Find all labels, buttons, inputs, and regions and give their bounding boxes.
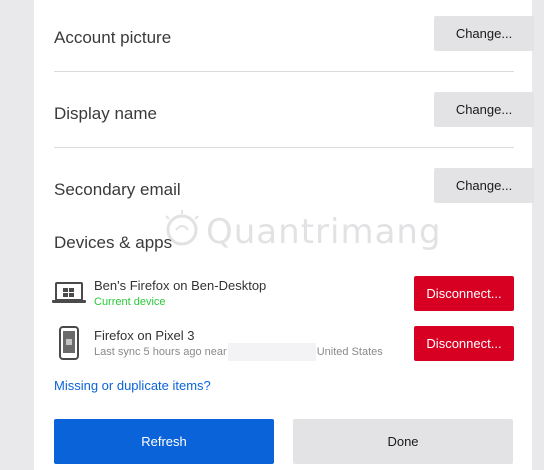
redacted-location: [227, 343, 316, 361]
change-secondary-email-button[interactable]: Change...: [434, 168, 534, 203]
change-display-name-button[interactable]: Change...: [434, 92, 534, 127]
device-status: Current device: [94, 296, 166, 308]
device-name: Ben's Firefox on Ben-Desktop: [94, 278, 267, 293]
display-name-label: Display name: [54, 104, 157, 123]
secondary-email-row: Secondary email Change...: [54, 168, 534, 213]
display-name-row: Display name Change...: [54, 92, 534, 137]
phone-icon: [59, 326, 79, 360]
device-status: Last sync 5 hours ago near United States: [94, 343, 383, 361]
missing-duplicate-items-link[interactable]: Missing or duplicate items?: [54, 378, 211, 393]
account-picture-row: Account picture Change...: [54, 16, 534, 61]
divider: [54, 71, 514, 72]
last-sync-text: Last sync 5 hours ago near: [94, 345, 227, 358]
watermark-text: Quantrimang: [206, 212, 442, 252]
done-button[interactable]: Done: [293, 419, 513, 464]
account-picture-label: Account picture: [54, 28, 172, 47]
disconnect-button[interactable]: Disconnect...: [414, 326, 514, 361]
divider: [54, 147, 514, 148]
device-name: Firefox on Pixel 3: [94, 328, 195, 343]
devices-heading: Devices & apps: [54, 233, 173, 252]
location-text: United States: [316, 345, 383, 358]
account-panel: Account picture Change... Display name C…: [34, 0, 534, 470]
disconnect-button[interactable]: Disconnect...: [414, 276, 514, 311]
laptop-icon: [52, 282, 86, 303]
change-account-picture-button[interactable]: Change...: [434, 16, 534, 51]
refresh-button[interactable]: Refresh: [54, 419, 274, 464]
secondary-email-label: Secondary email: [54, 180, 181, 199]
